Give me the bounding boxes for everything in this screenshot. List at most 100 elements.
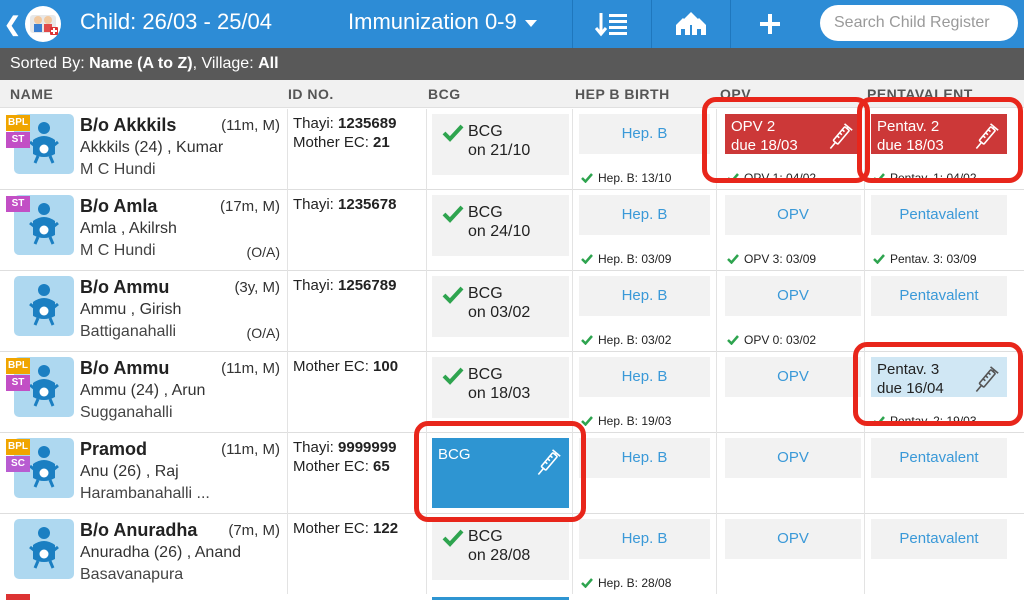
opv-button[interactable]: OPV (725, 519, 861, 559)
child-parents: Anu (26) , Raj (80, 463, 179, 480)
bcg-given-cell[interactable]: BCG on 03/02 (432, 276, 569, 337)
child-parents: Akkkils (24) , Kumar (80, 139, 224, 156)
category-badge: ST (6, 196, 30, 212)
column-header-id: ID NO. (288, 86, 334, 102)
child-age-sex: (17m, M) (220, 198, 280, 215)
child-name: B/o Anuradha (80, 520, 198, 540)
check-icon (442, 205, 464, 228)
hep-b-button[interactable]: Hep. B (579, 276, 710, 316)
pentavalent-button[interactable]: Pentavalent (871, 438, 1007, 478)
hep-b-button[interactable]: Hep. B (579, 438, 710, 478)
category-badge: ST (6, 132, 30, 148)
column-divider (864, 433, 865, 514)
hep-b-done: Hep. B: 19/03 (581, 414, 671, 429)
child-parents: Ammu (24) , Arun (80, 382, 206, 399)
next-row-peek (0, 594, 1024, 600)
pentavalent-link: Pentavalent (899, 530, 979, 547)
hep-b-button[interactable]: Hep. B (579, 519, 710, 559)
pentavalent-button[interactable]: Pentavalent (871, 519, 1007, 559)
opv-link: OPV (777, 287, 809, 304)
hep-b-button[interactable]: Hep. B (579, 195, 710, 235)
category-badges: BPL ST (6, 115, 30, 149)
hep-b-link: Hep. B (621, 125, 668, 142)
child-village: M C Hundi (80, 161, 156, 178)
hep-b-link: Hep. B (621, 368, 668, 385)
bcg-given-cell[interactable]: BCG on 21/10 (432, 114, 569, 175)
bcg-date: on 18/03 (468, 385, 531, 402)
id-line-1: Mother EC: 122 (293, 520, 399, 537)
bcg-label: BCG (468, 123, 503, 140)
child-row[interactable]: ST B/o Amla (17m, M) Amla , Akilrsh M C Hund… (0, 190, 1024, 271)
baby-icon (27, 363, 61, 412)
bcg-label: BCG (468, 528, 503, 545)
add-child-button[interactable] (730, 0, 808, 48)
column-divider (716, 352, 717, 433)
column-header-name[interactable]: NAME (10, 86, 53, 102)
child-avatar[interactable] (14, 519, 74, 579)
highlight-pentavalent-upcoming (853, 342, 1023, 426)
sort-value: Name (A to Z) (89, 55, 193, 72)
column-header-hep-b-birth: HEP B BIRTH (575, 86, 670, 102)
column-divider (287, 190, 288, 271)
pentavalent-link: Pentavalent (899, 449, 979, 466)
child-age-sex: (11m, M) (221, 441, 280, 458)
next-row-badge (6, 594, 30, 600)
back-arrow-icon[interactable]: ❮ (4, 12, 21, 37)
column-divider (426, 271, 427, 352)
out-of-area-tag: (O/A) (246, 325, 280, 341)
village-value: All (258, 55, 279, 72)
search-input[interactable] (820, 5, 1018, 41)
column-divider (572, 109, 573, 190)
hep-b-done: Hep. B: 03/02 (581, 333, 671, 348)
page-title: Child: 26/03 - 25/04 (80, 9, 273, 34)
app-logo-icon[interactable] (24, 5, 62, 43)
village-filter-button[interactable] (651, 0, 729, 48)
category-badges: BPL ST (6, 358, 30, 392)
child-name: B/o Ammu (80, 277, 170, 297)
bcg-label: BCG (468, 204, 503, 221)
opv-link: OPV (777, 530, 809, 547)
child-age-sex: (7m, M) (228, 522, 280, 539)
check-icon (727, 253, 739, 267)
column-divider (716, 190, 717, 271)
child-age-sex: (11m, M) (221, 360, 280, 377)
check-icon (581, 577, 593, 591)
bcg-given-cell[interactable]: BCG on 28/08 (432, 519, 569, 580)
opv-link: OPV (777, 449, 809, 466)
child-avatar[interactable] (14, 276, 74, 336)
bcg-given-cell[interactable]: BCG on 18/03 (432, 357, 569, 418)
opv-done: OPV 3: 03/09 (727, 252, 816, 267)
child-village: Sugganahalli (80, 404, 173, 421)
child-name: B/o Ammu (80, 358, 170, 378)
opv-button[interactable]: OPV (725, 276, 861, 316)
opv-button[interactable]: OPV (725, 195, 861, 235)
highlight-opv-due (702, 97, 870, 183)
child-row[interactable]: B/o Anuradha (7m, M) Anuradha (26) , Anand… (0, 514, 1024, 595)
column-divider (287, 109, 288, 190)
chevron-down-icon (524, 19, 537, 27)
column-divider (864, 514, 865, 595)
hep-b-button[interactable]: Hep. B (579, 357, 710, 397)
bcg-given-cell[interactable]: BCG on 24/10 (432, 195, 569, 256)
bcg-date: on 28/08 (468, 547, 531, 564)
pentavalent-link: Pentavalent (899, 206, 979, 223)
column-divider (864, 190, 865, 271)
id-line-1: Thayi: 1235689 (293, 115, 397, 132)
id-line-1: Thayi: 9999999 (293, 439, 397, 456)
opv-button[interactable]: OPV (725, 357, 861, 397)
hep-b-link: Hep. B (621, 206, 668, 223)
pentavalent-button[interactable]: Pentavalent (871, 276, 1007, 316)
child-row[interactable]: B/o Ammu (3y, M) Ammu , Girish Battiganahal… (0, 271, 1024, 352)
baby-icon (27, 201, 61, 250)
child-village: Basavanapura (80, 566, 184, 583)
column-header-bcg: BCG (428, 86, 461, 102)
hep-b-button[interactable]: Hep. B (579, 114, 710, 154)
sort-button[interactable] (572, 0, 650, 48)
opv-button[interactable]: OPV (725, 438, 861, 478)
pentavalent-button[interactable]: Pentavalent (871, 195, 1007, 235)
column-divider (426, 109, 427, 190)
category-badge: ST (6, 375, 30, 391)
column-divider (572, 190, 573, 271)
program-filter-dropdown[interactable]: Immunization 0-9 (348, 9, 537, 35)
category-badge: BPL (6, 439, 30, 455)
